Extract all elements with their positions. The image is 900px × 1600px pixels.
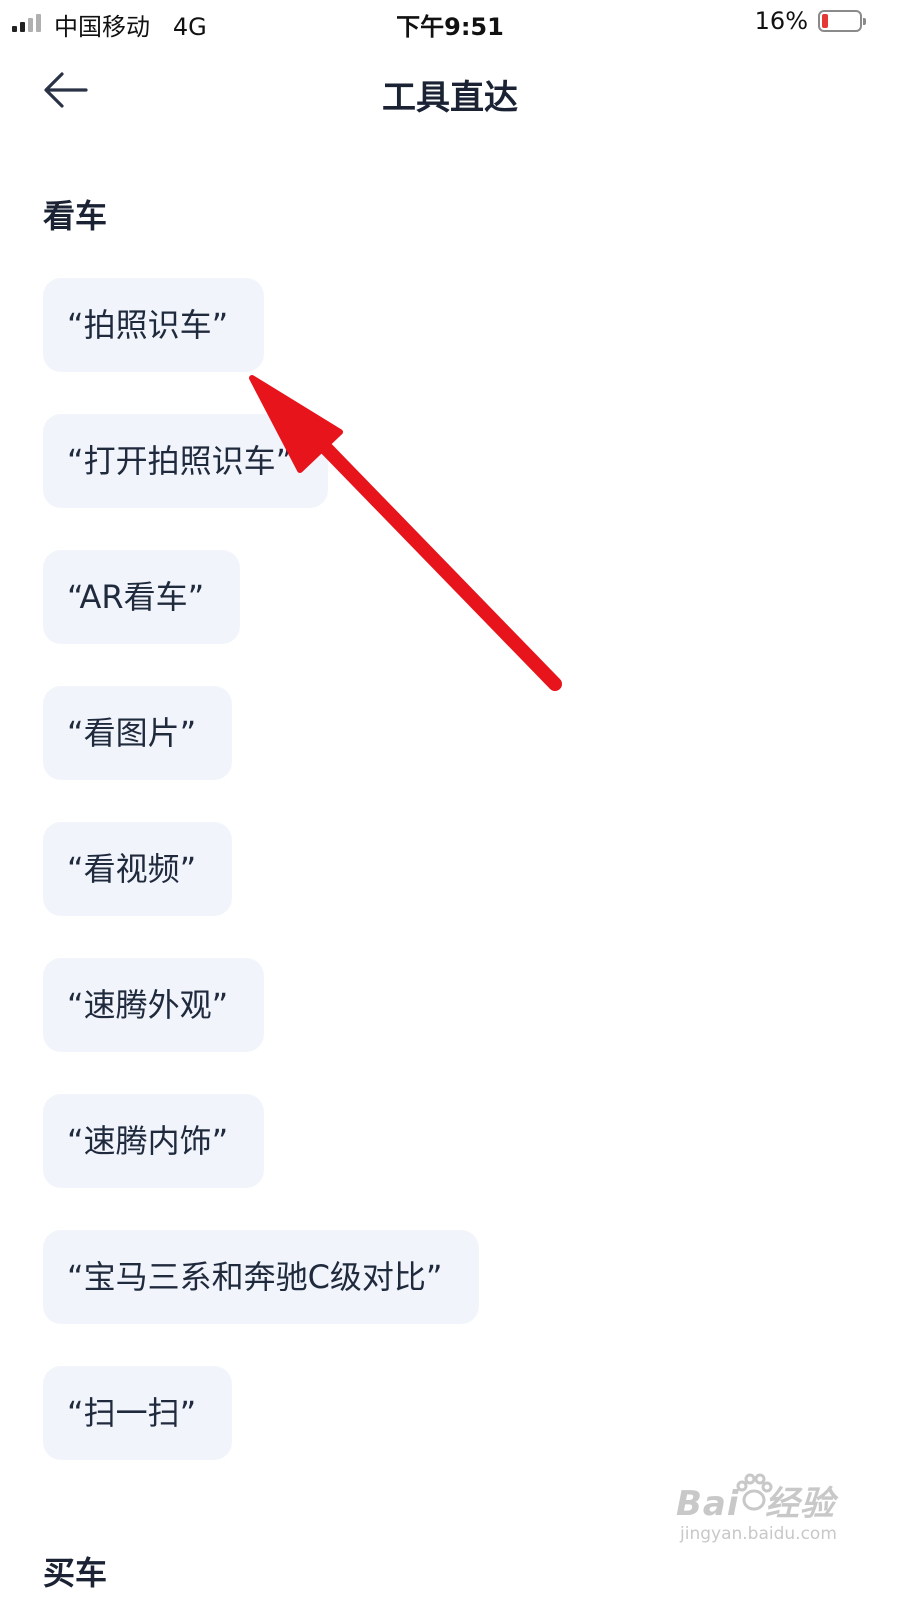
command-chip-scan[interactable]: “扫一扫” <box>43 1366 233 1460</box>
battery-icon <box>818 10 866 32</box>
watermark-url: jingyan.baidu.com <box>680 1524 837 1544</box>
chip-row: “看视频” <box>43 822 863 958</box>
chip-row: “宝马三系和奔驰C级对比” <box>43 1230 863 1366</box>
battery-level-fill <box>822 14 828 28</box>
command-chip-bmw-vs-benz[interactable]: “宝马三系和奔驰C级对比” <box>43 1230 479 1324</box>
section-title: 看车 <box>43 197 108 235</box>
baidu-jingyan-watermark: Bai 经验 jingyan.baidu.com <box>676 1472 846 1552</box>
chip-row: “拍照识车” <box>43 278 863 414</box>
command-chip-ar-view[interactable]: “AR看车” <box>43 550 241 644</box>
command-chip-open-photo-recognize[interactable]: “打开拍照识车” <box>43 414 329 508</box>
chip-row: “速腾内饰” <box>43 1094 863 1230</box>
command-chip-view-pictures[interactable]: “看图片” <box>43 686 233 780</box>
page-title: 工具直达 <box>382 78 518 118</box>
paw-icon <box>736 1473 773 1511</box>
command-chip-list: “拍照识车” “打开拍照识车” “AR看车” “看图片” “看视频” “速腾外观… <box>43 278 863 1502</box>
battery-percent: 16% <box>754 7 808 35</box>
command-chip-photo-recognize[interactable]: “拍照识车” <box>43 278 265 372</box>
status-bar: 中国移动 4G 下午9:51 16% <box>0 0 900 44</box>
command-chip-view-videos[interactable]: “看视频” <box>43 822 233 916</box>
chip-row: “速腾外观” <box>43 958 863 1094</box>
command-chip-sagitar-interior[interactable]: “速腾内饰” <box>43 1094 265 1188</box>
next-section-title: 买车 <box>43 1554 108 1592</box>
nav-bar: 工具直达 <box>0 44 900 136</box>
chip-row: “看图片” <box>43 686 863 822</box>
chip-row: “AR看车” <box>43 550 863 686</box>
chip-row: “打开拍照识车” <box>43 414 863 550</box>
command-chip-sagitar-exterior[interactable]: “速腾外观” <box>43 958 265 1052</box>
